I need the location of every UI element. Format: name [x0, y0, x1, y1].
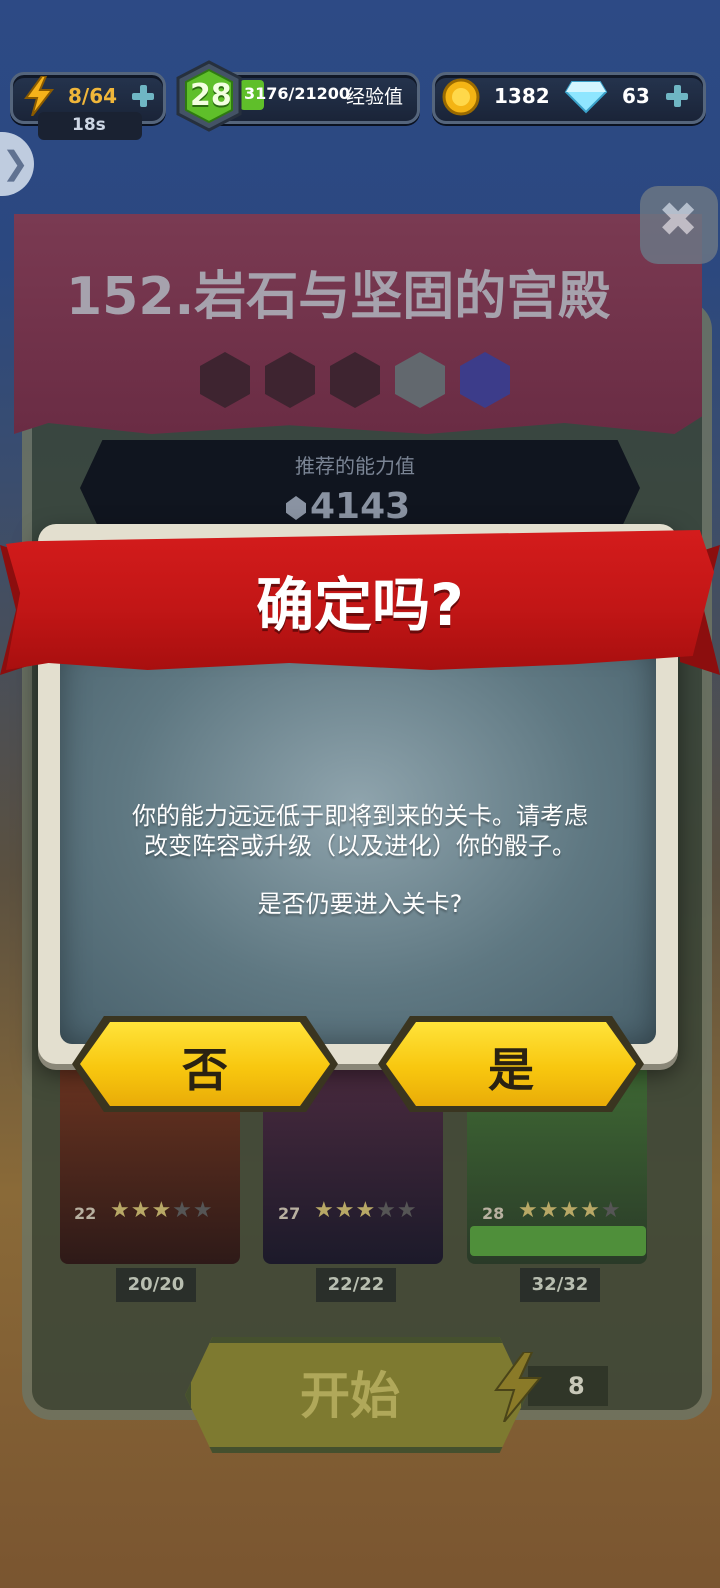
dialog-question: 是否仍要进入关卡?	[257, 890, 463, 918]
card-2-count: 22/22	[316, 1268, 396, 1302]
close-button[interactable]: ✖	[640, 186, 718, 264]
start-label: 开始	[300, 1367, 400, 1425]
gem-icon	[564, 81, 608, 114]
yes-button[interactable]: 是	[386, 1022, 636, 1106]
dialog-message-line2: 改变阵容或升级（以及进化）你的骰子。	[144, 832, 576, 860]
recommended-label: 推荐的能力值	[295, 454, 415, 478]
close-icon: ✖	[658, 192, 699, 248]
chevron-right-icon: ❯	[2, 144, 29, 182]
dialog-title: 确定吗?	[256, 571, 464, 639]
lightning-icon	[24, 76, 55, 116]
recommended-value: 4143	[310, 486, 411, 527]
gems-value: 63	[622, 84, 650, 108]
card-3-level: 28	[482, 1204, 505, 1223]
card-3-stars: ★★★★★	[518, 1198, 622, 1223]
level-title: 152.岩石与坚固的宫殿	[66, 267, 611, 327]
add-gems-icon[interactable]	[664, 83, 690, 109]
card-1-stars: ★★★★★	[110, 1198, 214, 1223]
coins-value: 1382	[494, 84, 550, 108]
level-value: 28	[190, 78, 232, 113]
xp-label: 经验值	[346, 86, 404, 108]
card-1-count: 20/20	[116, 1268, 196, 1302]
energy-timer: 18s	[72, 115, 106, 135]
start-cost: 8	[568, 1372, 585, 1400]
no-button-label: 否	[182, 1043, 228, 1097]
add-energy-icon[interactable]	[130, 83, 156, 109]
yes-button-label: 是	[488, 1043, 534, 1097]
card-2-level: 27	[278, 1204, 301, 1223]
xp-value: 3176/21200	[244, 84, 351, 103]
card-3-count: 32/32	[520, 1268, 600, 1302]
card-2-stars: ★★★★★	[314, 1198, 418, 1223]
side-expand-button[interactable]: ❯	[0, 132, 34, 196]
card-1-level: 22	[74, 1204, 97, 1223]
coin-icon	[442, 78, 480, 116]
no-button[interactable]: 否	[80, 1022, 330, 1106]
card-3-skill-bar	[470, 1226, 646, 1256]
energy-value: 8/64	[68, 84, 118, 108]
start-lightning-icon	[494, 1352, 543, 1422]
